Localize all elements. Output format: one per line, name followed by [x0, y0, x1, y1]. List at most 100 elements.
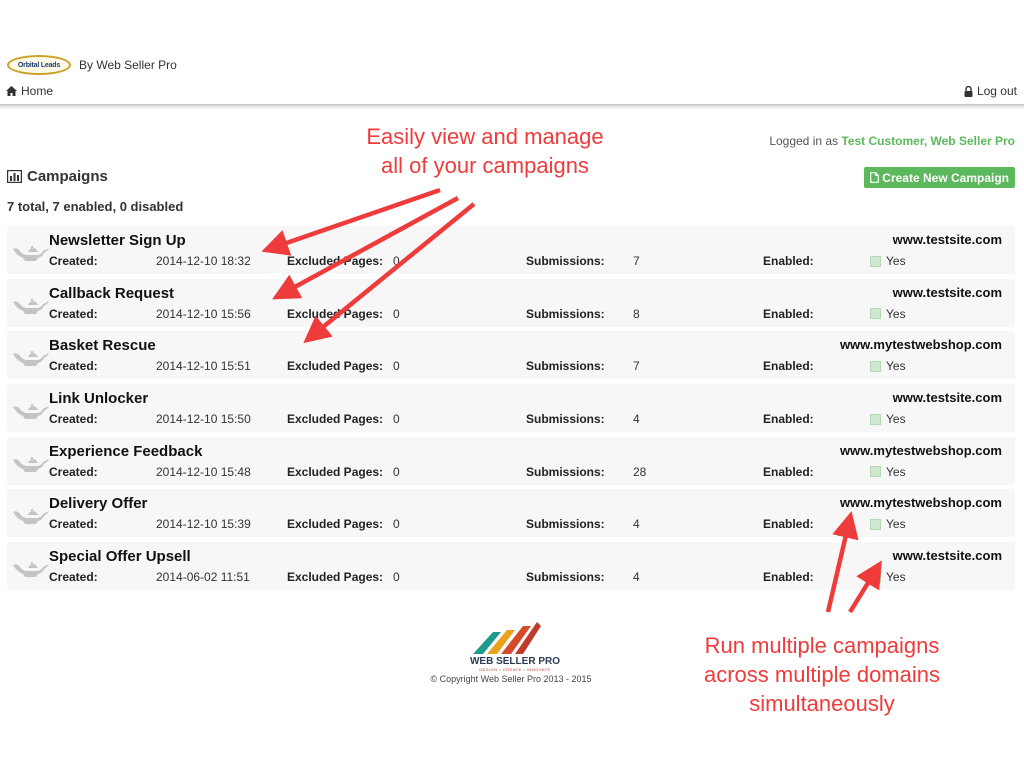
excluded-pages-label: Excluded Pages: [287, 359, 384, 374]
campaign-domain: www.mytestwebshop.com [839, 495, 1002, 511]
excluded-pages-value: 0 [393, 359, 400, 374]
excluded-pages-label: Excluded Pages: [287, 306, 384, 321]
home-label: Home [21, 84, 54, 98]
created-value: 2014-12-10 15:39 [156, 517, 251, 532]
enabled-label: Enabled: [763, 517, 814, 532]
submissions-label: Submissions: [526, 412, 605, 427]
campaign-row[interactable]: Basket Rescue www.mytestwebshop.com Crea… [7, 331, 1015, 380]
created-label: Created: [49, 254, 98, 268]
created-value: 2014-12-10 15:48 [156, 464, 251, 479]
genie-lamp-icon [13, 246, 49, 261]
campaign-name[interactable]: Link Unlocker [49, 390, 148, 407]
enabled-value: Yes [870, 254, 906, 268]
enabled-checkbox-icon[interactable] [870, 518, 881, 530]
submissions-value: 7 [633, 359, 640, 374]
excluded-pages-value: 0 [393, 570, 400, 585]
submissions-label: Submissions: [526, 254, 605, 268]
enabled-value: Yes [870, 359, 906, 373]
created-value: 2014-12-10 15:50 [156, 412, 251, 427]
home-link[interactable]: Home [6, 84, 53, 98]
genie-lamp-icon [13, 456, 49, 472]
submissions-value: 4 [633, 570, 640, 585]
annotation-bottom: Run multiple campaigns across multiple d… [672, 631, 972, 718]
enabled-checkbox-icon[interactable] [870, 466, 881, 478]
campaign-domain: www.mytestwebshop.com [839, 442, 1002, 458]
submissions-value: 4 [633, 517, 640, 532]
navbar-divider [0, 104, 1024, 110]
enabled-checkbox-icon[interactable] [870, 360, 881, 372]
campaign-list: Newsletter Sign Up www.testsite.com Crea… [7, 226, 1015, 595]
campaigns-title: Campaigns [27, 168, 108, 185]
logged-in-status: Logged in as Test Customer, Web Seller P… [769, 134, 1015, 148]
excluded-pages-value: 0 [393, 306, 400, 321]
excluded-pages-value: 0 [393, 517, 400, 532]
excluded-pages-value: 0 [393, 464, 400, 479]
genie-lamp-icon [13, 562, 49, 578]
campaign-name[interactable]: Experience Feedback [49, 443, 202, 460]
excluded-pages-value: 0 [393, 412, 400, 427]
enabled-label: Enabled: [763, 359, 814, 374]
created-value: 2014-12-10 15:51 [156, 359, 251, 374]
created-label: Created: [49, 464, 98, 479]
bar-chart-icon [7, 170, 22, 183]
campaigns-heading: Campaigns [7, 168, 108, 185]
created-value: 2014-12-10 15:56 [156, 306, 251, 321]
top-navbar: Home Log out [0, 80, 1024, 104]
submissions-label: Submissions: [526, 306, 605, 321]
genie-lamp-icon [13, 298, 49, 314]
campaign-name[interactable]: Newsletter Sign Up [49, 232, 186, 249]
logout-link[interactable]: Log out [964, 84, 1017, 98]
campaign-row[interactable]: Special Offer Upsell www.testsite.com Cr… [7, 542, 1015, 591]
enabled-label: Enabled: [763, 254, 814, 268]
create-campaign-button[interactable]: Create New Campaign [864, 167, 1015, 188]
submissions-value: 7 [633, 254, 640, 268]
campaign-row[interactable]: Callback Request www.testsite.com Create… [7, 278, 1015, 327]
enabled-label: Enabled: [763, 412, 814, 427]
enabled-checkbox-icon[interactable] [870, 255, 881, 267]
submissions-label: Submissions: [526, 517, 605, 532]
submissions-value: 28 [633, 464, 647, 479]
created-label: Created: [49, 570, 98, 585]
campaign-domain: www.testsite.com [892, 390, 1002, 406]
logged-in-user[interactable]: Test Customer, Web Seller Pro [841, 134, 1015, 148]
enabled-value: Yes [870, 570, 906, 584]
created-label: Created: [49, 412, 98, 427]
campaign-row[interactable]: Experience Feedback www.mytestwebshop.co… [7, 436, 1015, 485]
campaign-row[interactable]: Link Unlocker www.testsite.com Created: … [7, 384, 1015, 433]
campaign-row[interactable]: Newsletter Sign Up www.testsite.com Crea… [7, 226, 1015, 274]
enabled-text: Yes [886, 306, 906, 321]
genie-lamp-icon [13, 404, 49, 420]
footer-brand-tagline: DESIGN • CREATE • INNOVATE [479, 667, 551, 672]
brand: Orbital Leads By Web Seller Pro [7, 55, 177, 75]
submissions-value: 8 [633, 306, 640, 321]
created-value: 2014-12-10 18:32 [156, 254, 251, 268]
campaign-name[interactable]: Special Offer Upsell [49, 548, 191, 565]
campaign-name[interactable]: Delivery Offer [49, 495, 147, 512]
excluded-pages-label: Excluded Pages: [287, 570, 384, 585]
enabled-text: Yes [886, 359, 906, 374]
footer-brand-name: WEB SELLER PRO [469, 656, 560, 667]
enabled-checkbox-icon[interactable] [870, 308, 881, 320]
enabled-label: Enabled: [763, 464, 814, 479]
campaign-domain: www.mytestwebshop.com [839, 337, 1002, 353]
annotation-top-line: Easily view and manage [366, 124, 604, 149]
campaign-name[interactable]: Callback Request [49, 285, 174, 302]
enabled-text: Yes [886, 570, 906, 585]
campaign-domain: www.testsite.com [892, 284, 1002, 300]
logo-text: Orbital Leads [17, 61, 61, 69]
campaign-domain: www.testsite.com [892, 548, 1002, 564]
enabled-text: Yes [886, 254, 906, 268]
campaign-name[interactable]: Basket Rescue [49, 337, 156, 354]
created-value: 2014-06-02 11:51 [156, 570, 250, 585]
campaigns-summary: 7 total, 7 enabled, 0 disabled [7, 199, 184, 214]
enabled-checkbox-icon[interactable] [870, 413, 881, 425]
campaign-row[interactable]: Delivery Offer www.mytestwebshop.com Cre… [7, 489, 1015, 538]
created-label: Created: [49, 517, 98, 532]
created-label: Created: [49, 359, 98, 374]
created-label: Created: [49, 306, 98, 321]
enabled-checkbox-icon[interactable] [870, 571, 881, 583]
orbital-leads-logo[interactable]: Orbital Leads [7, 55, 71, 75]
logged-in-prefix: Logged in as [769, 134, 839, 148]
lock-icon [964, 85, 973, 97]
brand-byline: By Web Seller Pro [79, 58, 177, 72]
